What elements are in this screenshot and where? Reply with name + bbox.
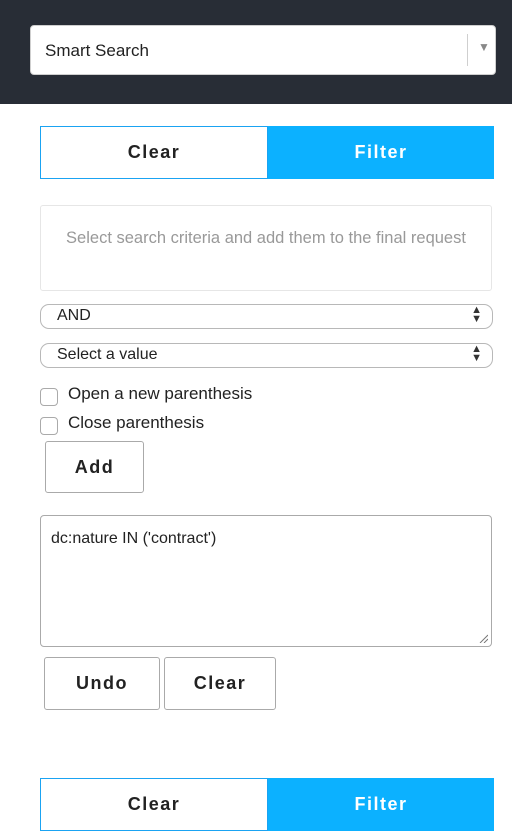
open-parenthesis-checkbox[interactable] xyxy=(40,388,58,406)
updown-arrows-icon: ▲ ▼ xyxy=(471,343,482,364)
value-select-value: Select a value xyxy=(57,346,158,363)
bottom-action-buttons: Clear Filter xyxy=(40,778,494,831)
add-button[interactable]: Add xyxy=(45,441,144,493)
top-bar: Smart Search ▼ xyxy=(0,0,512,104)
bottom-clear-button[interactable]: Clear xyxy=(40,778,268,831)
updown-arrows-icon: ▲ ▼ xyxy=(471,304,482,325)
close-parenthesis-label: Close parenthesis xyxy=(68,413,205,432)
request-text: dc:nature IN ('contract') xyxy=(51,530,217,547)
value-select[interactable]: Select a value ▲ ▼ xyxy=(40,343,493,368)
smart-search-label: Smart Search xyxy=(45,41,149,60)
top-action-buttons: Clear Filter xyxy=(40,126,494,179)
operator-select-value: AND xyxy=(57,307,91,324)
request-clear-button[interactable]: Clear xyxy=(164,657,276,710)
resize-handle-icon[interactable] xyxy=(478,633,488,643)
top-filter-button[interactable]: Filter xyxy=(268,126,494,179)
open-parenthesis-label: Open a new parenthesis xyxy=(68,384,253,403)
criteria-hint-box: Select search criteria and add them to t… xyxy=(40,205,492,291)
top-clear-button[interactable]: Clear xyxy=(40,126,268,179)
operator-select[interactable]: AND ▲ ▼ xyxy=(40,304,493,329)
smart-search-dropdown[interactable]: Smart Search ▼ xyxy=(30,25,496,75)
request-textarea[interactable]: dc:nature IN ('contract') xyxy=(40,515,492,647)
close-parenthesis-checkbox[interactable] xyxy=(40,417,58,435)
chevron-down-icon[interactable]: ▼ xyxy=(478,40,490,54)
dropdown-divider xyxy=(467,34,468,66)
bottom-filter-button[interactable]: Filter xyxy=(268,778,494,831)
criteria-hint-text: Select search criteria and add them to t… xyxy=(66,229,466,247)
undo-button[interactable]: Undo xyxy=(44,657,160,710)
